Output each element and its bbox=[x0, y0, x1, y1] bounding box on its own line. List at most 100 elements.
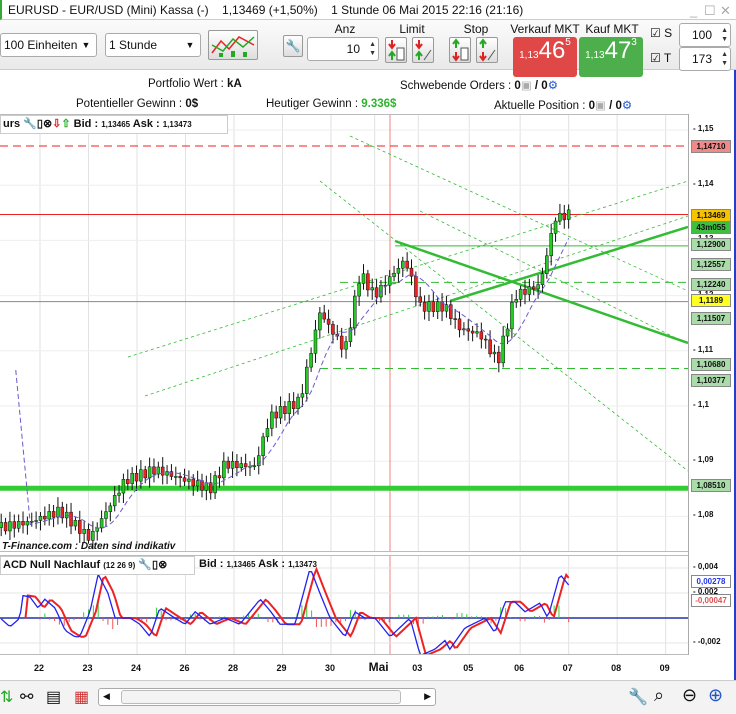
candle bbox=[291, 401, 296, 409]
candle bbox=[497, 351, 501, 364]
close-orders-icon[interactable]: ▣ bbox=[521, 80, 532, 92]
candle bbox=[0, 522, 3, 528]
candle bbox=[139, 469, 143, 482]
potential-profit: Potentieller Gewinn : 0$ bbox=[76, 98, 198, 110]
settings-wrench-icon[interactable]: 🔧 bbox=[628, 687, 648, 707]
candle bbox=[427, 301, 431, 312]
buy-market-button[interactable]: 1,13473 bbox=[579, 37, 643, 77]
buy-arrow-icon[interactable]: ⇧ bbox=[61, 118, 70, 130]
stop-sell-button[interactable] bbox=[476, 37, 498, 63]
macd-tick: - 0,004 bbox=[693, 562, 718, 571]
order-toolbar: 100 Einheiten ▼ 1 Stunde ▼ 🔧 Anz 10 ▲ ▼ Limi… bbox=[0, 20, 736, 77]
close-button[interactable]: ✕ bbox=[720, 1, 731, 21]
candle bbox=[261, 436, 265, 456]
price-tick: - 1,09 bbox=[693, 455, 714, 465]
price-tag: 1,10377 bbox=[691, 374, 731, 387]
close-circle-icon[interactable]: ⊗ bbox=[158, 559, 167, 571]
candle bbox=[510, 301, 514, 330]
candle bbox=[43, 515, 47, 520]
price-chart[interactable]: urs 🔧▯⊗⇩⇧ Bid : 1,13465 Ask : 1,13473 T-… bbox=[0, 114, 688, 552]
t-stepper[interactable]: 173 ▲ ▼ bbox=[679, 47, 731, 71]
candle bbox=[549, 233, 553, 257]
zoom-fit-icon[interactable]: ⌕ bbox=[654, 685, 664, 706]
portfolio-label: Portfolio Wert : bbox=[148, 78, 228, 90]
candle bbox=[73, 520, 78, 527]
candle bbox=[134, 472, 139, 482]
candle bbox=[25, 521, 30, 526]
scroll-right-icon[interactable]: ▶ bbox=[424, 691, 431, 702]
candle bbox=[121, 479, 126, 494]
candle bbox=[475, 331, 479, 334]
buy-price-pips: 47 bbox=[604, 37, 632, 64]
interval-select[interactable]: 1 Stunde ▼ bbox=[105, 33, 201, 57]
candle bbox=[117, 492, 121, 496]
close-position-icon[interactable]: ▣ bbox=[595, 100, 606, 112]
candle bbox=[462, 328, 466, 331]
limit-sell-button[interactable] bbox=[412, 37, 434, 63]
bid-value: 1,13465 bbox=[101, 120, 131, 129]
s-stepper[interactable]: 100 ▲ ▼ bbox=[679, 23, 731, 47]
close-circle-icon[interactable]: ⊗ bbox=[43, 118, 52, 130]
link-icon[interactable]: ⚯ bbox=[20, 687, 33, 707]
candle bbox=[527, 286, 532, 295]
units-select[interactable]: 100 Einheiten ▼ bbox=[0, 33, 97, 57]
sell-market-button[interactable]: 1,13465 bbox=[513, 37, 577, 77]
stop-order-icon bbox=[479, 38, 496, 62]
price-tag: 1,12240 bbox=[691, 278, 731, 291]
chevron-down-icon: ▼ bbox=[185, 40, 195, 50]
candle bbox=[208, 482, 213, 494]
candle bbox=[226, 460, 230, 469]
maximize-button[interactable]: ☐ bbox=[704, 1, 716, 21]
candle bbox=[274, 411, 278, 419]
signal-line bbox=[24, 566, 570, 654]
gear-icon[interactable]: ⚙ bbox=[548, 80, 558, 92]
price-axis[interactable]: - 1,15- 1,14- 1,13- 1,12- 1,11- 1,1- 1,0… bbox=[688, 114, 734, 655]
candle bbox=[405, 260, 409, 269]
candle bbox=[453, 318, 457, 320]
trend-line bbox=[349, 135, 688, 292]
candle bbox=[239, 463, 244, 469]
chart-type-button[interactable] bbox=[208, 30, 258, 60]
candle bbox=[558, 212, 562, 222]
candle bbox=[366, 273, 370, 291]
wrench-icon[interactable]: 🔧 bbox=[138, 559, 152, 571]
candle bbox=[278, 406, 283, 419]
candle bbox=[78, 520, 82, 534]
candle bbox=[152, 466, 156, 475]
zoom-out-icon[interactable]: ⊖ bbox=[682, 685, 697, 706]
potential-label: Potentieller Gewinn : bbox=[76, 98, 186, 110]
macd-panel[interactable]: ACD Null Nachlauf (12 26 9) 🔧▯⊗ Bid : 1,… bbox=[0, 555, 688, 655]
candle bbox=[200, 480, 204, 491]
candle bbox=[444, 304, 449, 312]
candle bbox=[265, 428, 270, 438]
candle bbox=[318, 312, 322, 331]
sell-arrow-icon[interactable]: ⇩ bbox=[52, 118, 61, 130]
scroll-left-icon[interactable]: ◀ bbox=[103, 691, 110, 702]
ask-label: Ask bbox=[132, 118, 153, 130]
trend-line bbox=[127, 180, 688, 358]
s-checkbox[interactable]: ☑ S bbox=[650, 26, 672, 40]
stop-buy-button[interactable] bbox=[449, 37, 471, 63]
horizontal-scrollbar[interactable]: ◀ ▶ bbox=[98, 688, 436, 706]
limit-buy-button[interactable] bbox=[385, 37, 407, 63]
candle bbox=[34, 520, 38, 522]
spin-arrows-icon: ▲ ▼ bbox=[369, 41, 376, 57]
move-icon[interactable]: ⇅ bbox=[0, 687, 13, 707]
candle bbox=[492, 351, 497, 355]
anz-stepper[interactable]: 10 ▲ ▼ bbox=[307, 37, 379, 61]
date-tick: 26 bbox=[179, 663, 190, 673]
report-icon[interactable]: ▤ bbox=[46, 687, 61, 707]
limit-order-icon bbox=[388, 40, 405, 61]
window-title: EURUSD - EUR/USD (Mini) Kassa (-) bbox=[8, 3, 209, 17]
wrench-icon[interactable]: 🔧 bbox=[283, 35, 303, 57]
scrollbar-thumb[interactable] bbox=[121, 690, 401, 704]
candle bbox=[252, 465, 257, 468]
candle bbox=[540, 273, 545, 285]
t-checkbox[interactable]: ☑ T bbox=[650, 51, 671, 65]
zoom-in-icon[interactable]: ⊕ bbox=[708, 685, 723, 706]
bricks-icon[interactable]: ▦ bbox=[74, 687, 89, 707]
minimize-button[interactable]: _ bbox=[690, 1, 697, 21]
main-chart-legend: urs 🔧▯⊗⇩⇧ Bid : 1,13465 Ask : 1,13473 bbox=[0, 115, 228, 134]
gear-icon[interactable]: ⚙ bbox=[622, 100, 632, 112]
wrench-icon[interactable]: 🔧 bbox=[23, 118, 37, 130]
